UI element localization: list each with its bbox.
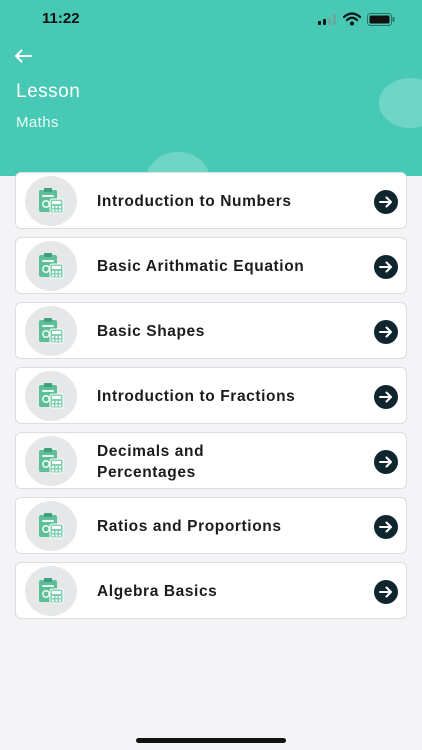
lesson-title: Algebra Basics [97, 583, 218, 600]
lesson-card[interactable]: Basic Shapes [15, 302, 407, 359]
arrow-right-icon[interactable] [374, 255, 398, 279]
lesson-title: Basic Shapes [97, 323, 206, 340]
home-indicator[interactable] [136, 738, 286, 743]
arrow-right-icon[interactable] [374, 515, 398, 539]
lesson-title: Decimals and Percentages [97, 442, 205, 481]
signal-icon [318, 14, 336, 25]
arrow-right-icon[interactable] [374, 320, 398, 344]
lesson-list: Introduction to Numbers Basic Arithmatic… [15, 172, 407, 627]
lesson-title: Introduction to Numbers [97, 193, 292, 210]
lesson-card[interactable]: Introduction to Fractions [15, 367, 407, 424]
calculator-clipboard-icon [25, 176, 77, 226]
lesson-card[interactable]: Basic Arithmatic Equation [15, 237, 407, 294]
arrow-right-icon[interactable] [374, 190, 398, 214]
calculator-clipboard-icon [25, 241, 77, 291]
calculator-clipboard-icon [25, 566, 77, 616]
arrow-right-icon[interactable] [374, 580, 398, 604]
page-title: Lesson [16, 81, 81, 102]
back-button[interactable] [10, 44, 36, 68]
calculator-clipboard-icon [25, 436, 77, 486]
battery-icon [367, 13, 395, 26]
arrow-right-icon[interactable] [374, 450, 398, 474]
lesson-title: Ratios and Proportions [97, 518, 282, 535]
decorative-circle [379, 78, 422, 128]
lesson-card[interactable]: Algebra Basics [15, 562, 407, 619]
header: 11:22 Lesson Maths [0, 0, 422, 176]
calculator-clipboard-icon [25, 501, 77, 551]
lesson-title: Introduction to Fractions [97, 388, 296, 405]
lesson-title: Basic Arithmatic Equation [97, 258, 305, 275]
calculator-clipboard-icon [25, 306, 77, 356]
page-subtitle: Maths [16, 114, 59, 131]
calculator-clipboard-icon [25, 371, 77, 421]
wifi-icon [343, 12, 361, 26]
arrow-right-icon[interactable] [374, 385, 398, 409]
lesson-card[interactable]: Ratios and Proportions [15, 497, 407, 554]
status-bar: 11:22 [0, 0, 422, 40]
lesson-card[interactable]: Decimals and Percentages [15, 432, 407, 489]
status-time: 11:22 [42, 10, 80, 27]
lesson-card[interactable]: Introduction to Numbers [15, 172, 407, 229]
arrow-left-icon [15, 49, 32, 63]
